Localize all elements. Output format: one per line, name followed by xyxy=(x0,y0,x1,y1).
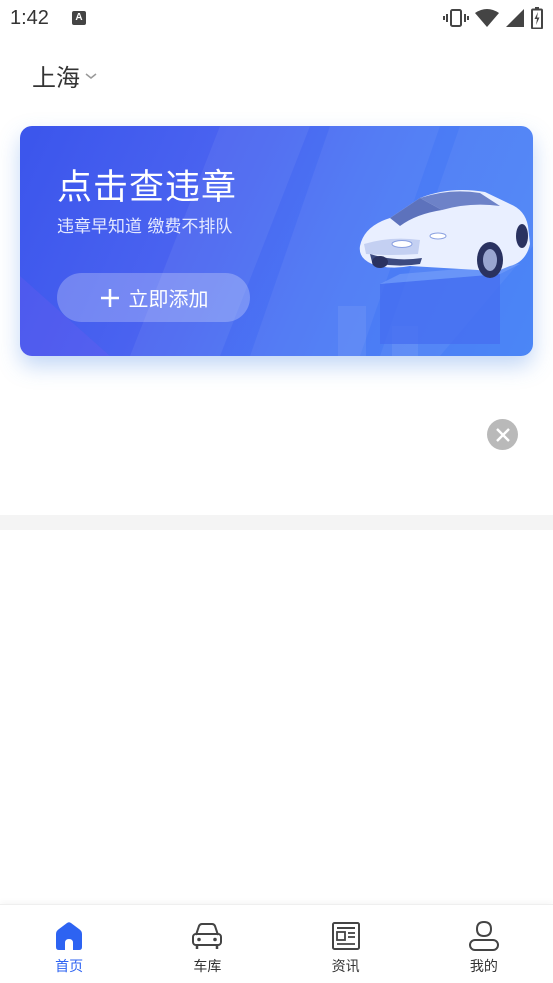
status-bar: 1:42 A xyxy=(0,0,553,38)
city-label: 上海 xyxy=(32,64,80,92)
nav-item-news[interactable]: 资讯 xyxy=(277,905,415,983)
status-time: 1:42 xyxy=(10,7,49,29)
screen: 1:42 A 上海 点击查违章 违章早知道 缴费不排队 立即添加 首页 车库 资… xyxy=(0,0,553,983)
plus-icon xyxy=(100,288,119,307)
add-vehicle-button[interactable]: 立即添加 xyxy=(57,273,250,322)
home-icon xyxy=(56,922,83,950)
wifi-icon xyxy=(475,9,499,27)
car-icon xyxy=(192,923,223,949)
banner-title: 点击查违章 xyxy=(57,168,238,208)
nav-label-profile: 我的 xyxy=(469,959,498,975)
add-vehicle-label: 立即添加 xyxy=(128,287,209,311)
nav-item-home[interactable]: 首页 xyxy=(0,905,138,983)
nav-item-garage[interactable]: 车库 xyxy=(138,905,276,983)
nav-label-home: 首页 xyxy=(55,959,84,975)
bottom-nav: 首页 车库 资讯 我的 xyxy=(0,904,553,983)
section-divider xyxy=(0,515,553,530)
nav-item-profile[interactable]: 我的 xyxy=(415,905,553,983)
vibrate-icon xyxy=(443,9,469,27)
status-icons xyxy=(443,7,543,29)
sports-car-illustration xyxy=(359,190,530,344)
battery-icon xyxy=(531,7,543,29)
newspaper-icon xyxy=(331,922,360,950)
close-button[interactable] xyxy=(487,419,518,450)
violation-query-banner[interactable]: 点击查违章 违章早知道 缴费不排队 立即添加 xyxy=(20,126,533,356)
city-selector[interactable]: 上海 xyxy=(32,58,98,93)
notification-icon: A xyxy=(72,11,86,25)
nav-label-garage: 车库 xyxy=(193,959,222,975)
chevron-down-icon xyxy=(85,72,97,79)
signal-icon xyxy=(506,9,524,27)
banner-subtitle: 违章早知道 缴费不排队 xyxy=(57,217,233,237)
nav-label-news: 资讯 xyxy=(331,959,360,975)
close-icon xyxy=(495,427,510,442)
user-icon xyxy=(468,920,499,951)
